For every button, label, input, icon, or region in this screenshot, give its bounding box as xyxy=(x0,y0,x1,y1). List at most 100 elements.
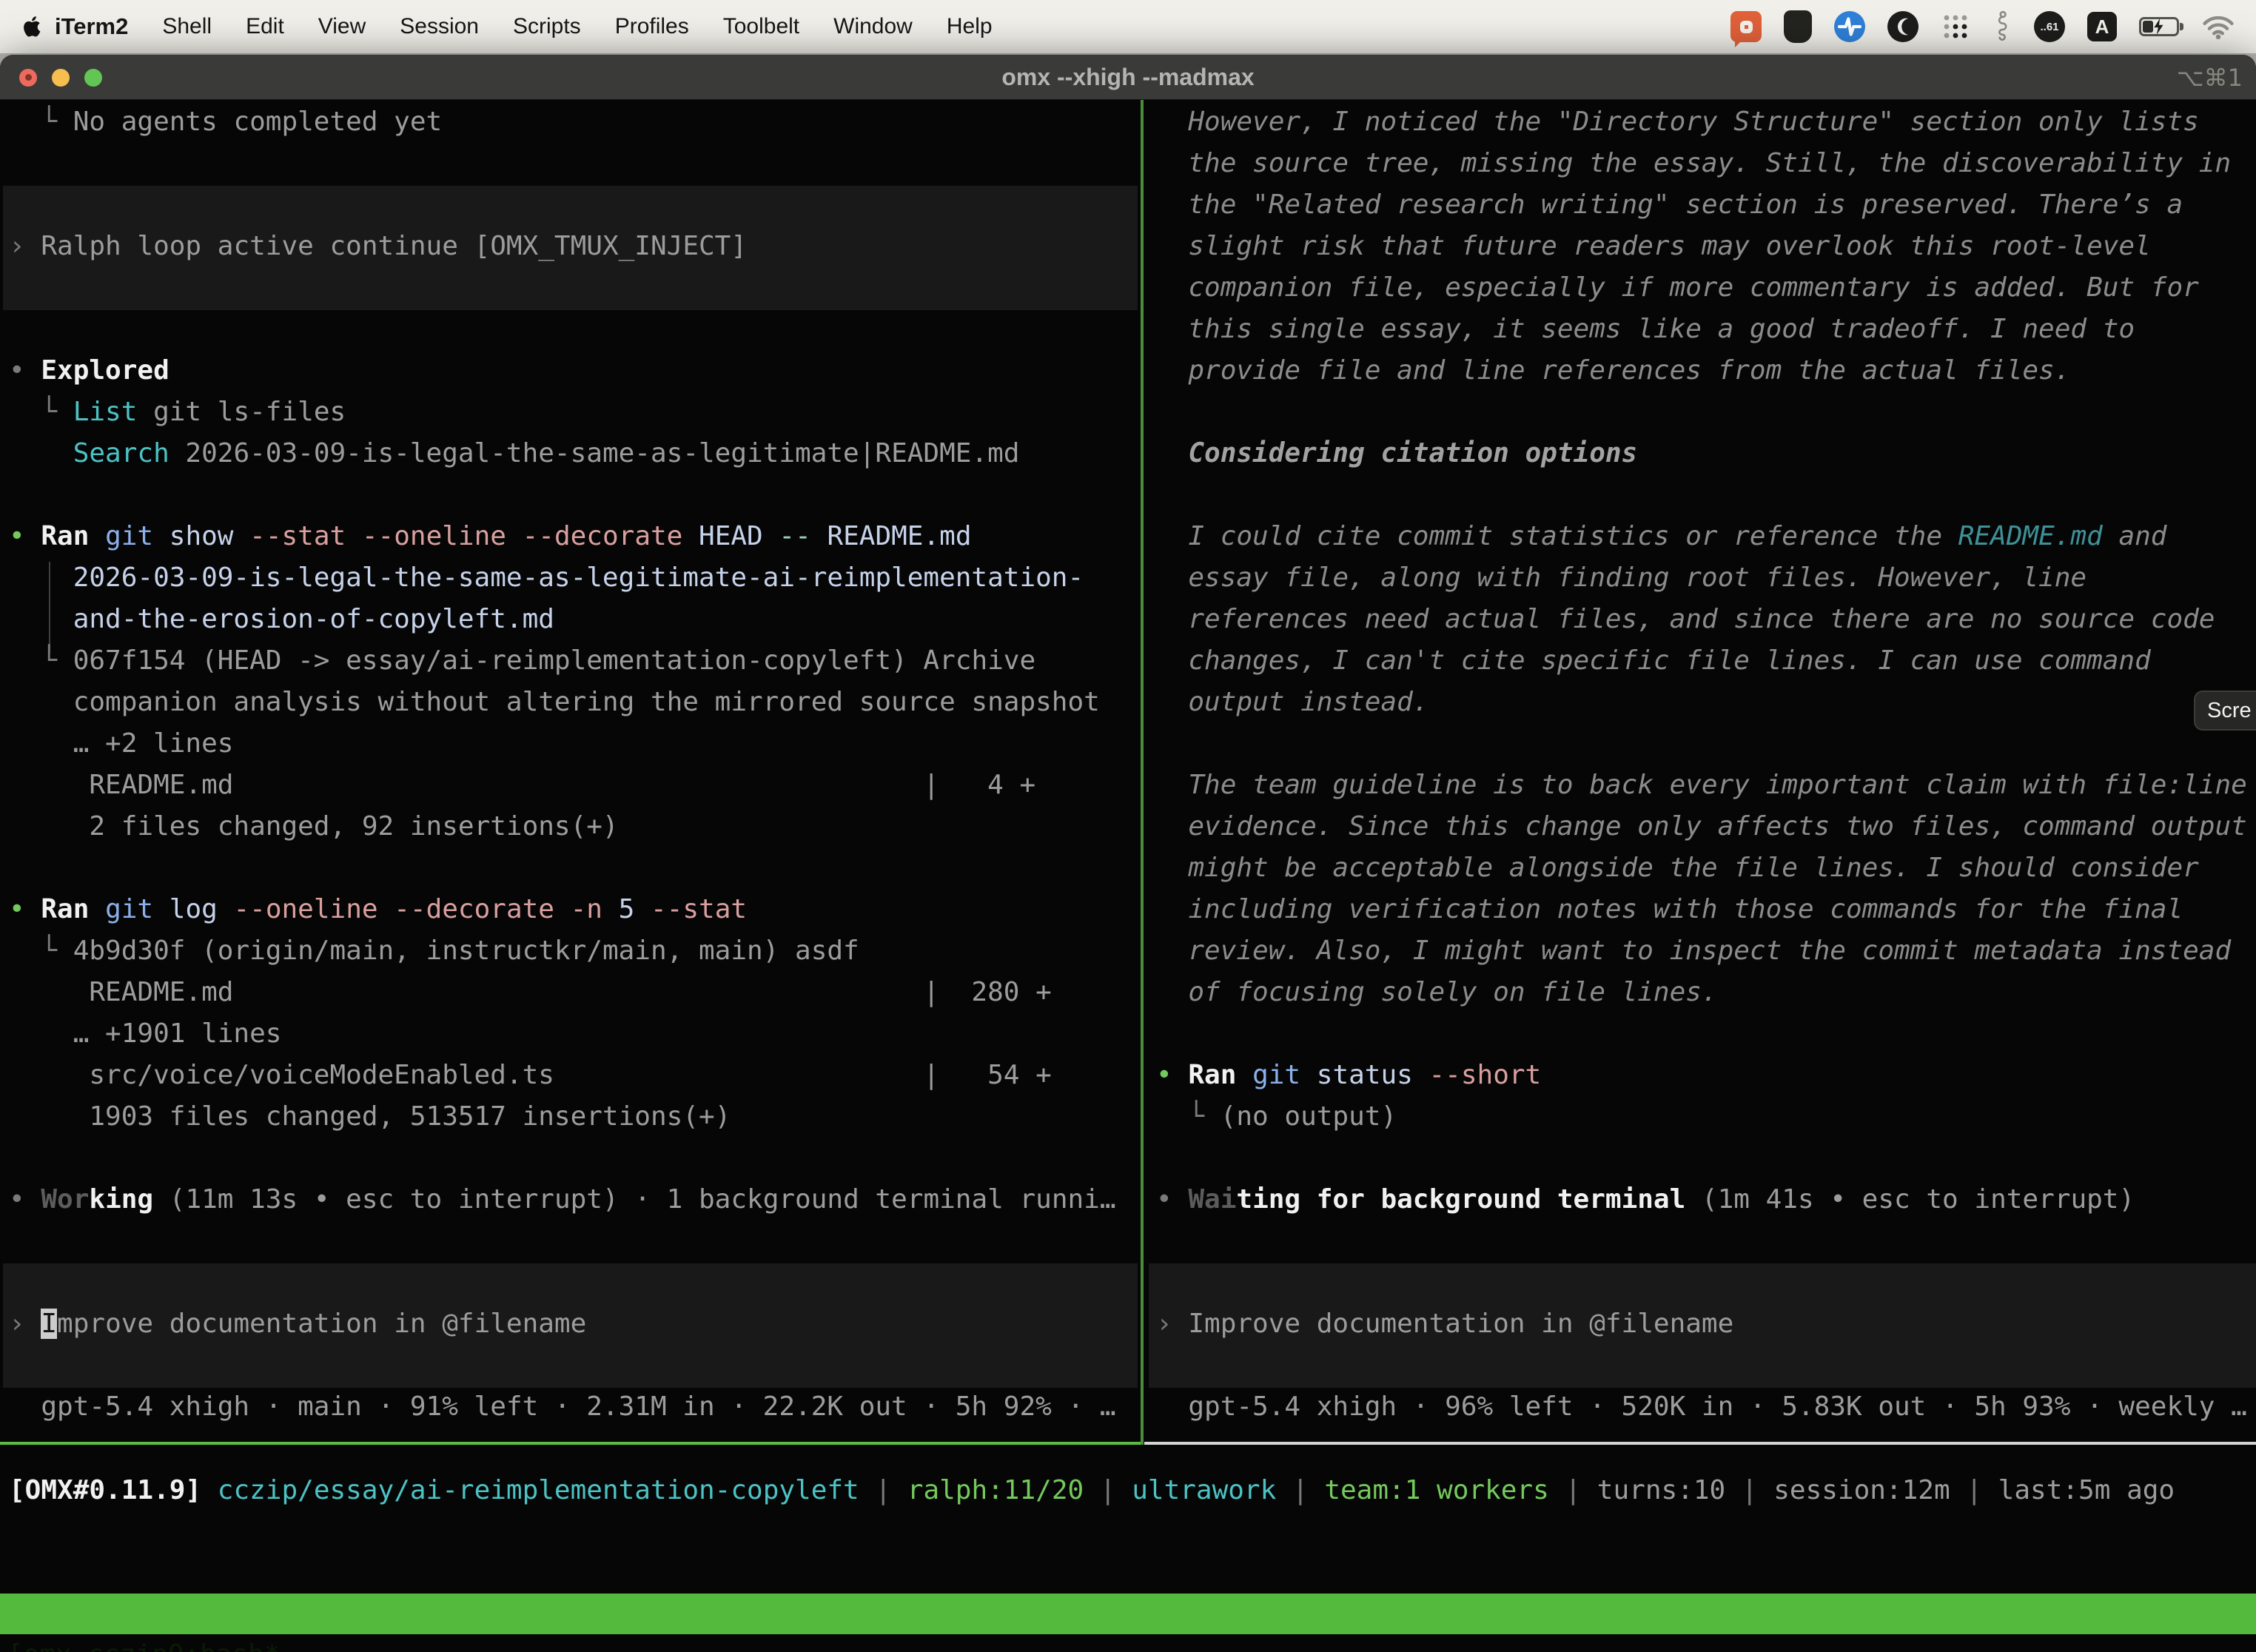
terminal-line: • Working (11m 13s • esc to interrupt) ·… xyxy=(9,1179,1141,1220)
terminal-line xyxy=(1156,474,2256,516)
terminal-line xyxy=(9,309,1141,350)
left-pane-separator xyxy=(0,1442,1141,1445)
terminal-line xyxy=(1156,1013,2256,1055)
terminal-line: companion file, especially if more comme… xyxy=(1156,267,2256,309)
terminal-line xyxy=(1156,392,2256,433)
chat-bubble-icon[interactable] xyxy=(1730,11,1762,42)
battery-charging-icon[interactable] xyxy=(2139,17,2179,36)
terminal-line: README.md | 280 + xyxy=(9,972,1141,1013)
menu-item-iterm2[interactable]: iTerm2 xyxy=(55,13,128,40)
menu-item-toolbelt[interactable]: Toolbelt xyxy=(723,14,799,39)
menu-item-edit[interactable]: Edit xyxy=(246,14,284,39)
terminal-line: including verification notes with those … xyxy=(1156,889,2256,930)
terminal-line: output instead. xyxy=(1156,682,2256,723)
tmux-pane-left[interactable]: └ No agents completed yet › Ralph loop ac… xyxy=(0,101,1141,1445)
terminal-line: essay file, along with finding root file… xyxy=(1156,557,2256,599)
terminal-line: evidence. Since this change only affects… xyxy=(1156,806,2256,847)
terminal-line xyxy=(1156,1220,2256,1262)
menu-bar: iTerm2 Shell Edit View Session Scripts Profile… xyxy=(0,0,2256,53)
window-shortcut-badge: ⌥⌘1 xyxy=(2177,55,2243,100)
terminal-line: and-the-erosion-of-copyleft.md xyxy=(9,599,1141,640)
terminal-line: └ 067f154 (HEAD -> essay/ai-reimplementa… xyxy=(9,640,1141,682)
right-pane-separator xyxy=(1144,1442,2256,1445)
terminal-line xyxy=(9,847,1141,889)
terminal-line xyxy=(9,1220,1141,1262)
terminal-line xyxy=(1156,1345,2256,1386)
terminal-line xyxy=(1156,1262,2256,1303)
terminal-line: might be acceptable alongside the file l… xyxy=(1156,847,2256,889)
terminal-lines-left: └ No agents completed yet › Ralph loop ac… xyxy=(0,101,1141,1428)
terminal-line: this single essay, it seems like a good … xyxy=(1156,309,2256,350)
terminal-line: changes, I can't cite specific file line… xyxy=(1156,640,2256,682)
terminal-line: └ 4b9d30f (origin/main, instructkr/main,… xyxy=(9,930,1141,972)
terminal-line: the "Related research writing" section i… xyxy=(1156,184,2256,226)
a-square-icon[interactable]: A xyxy=(2087,12,2117,41)
iterm-window: omx --xhigh --madmax ⌥⌘1 └ No agents com… xyxy=(0,55,2256,1652)
menu-item-window[interactable]: Window xyxy=(833,14,913,39)
terminal-line: • Ran git show --stat --oneline --decora… xyxy=(9,516,1141,557)
terminal-line: references need actual files, and since … xyxy=(1156,599,2256,640)
terminal-line: review. Also, I might want to inspect th… xyxy=(1156,930,2256,972)
terminal-area: └ No agents completed yet › Ralph loop ac… xyxy=(0,100,2256,1652)
terminal-line: of focusing solely on file lines. xyxy=(1156,972,2256,1013)
shield-grid-icon[interactable] xyxy=(1784,10,1812,43)
menu-item-help[interactable]: Help xyxy=(947,14,993,39)
battery-cap xyxy=(2180,23,2183,30)
chat-bubble-tail xyxy=(1735,38,1744,47)
terminal-line: provide file and line references from th… xyxy=(1156,350,2256,392)
pane-divider-vertical[interactable] xyxy=(1141,100,1144,1445)
screen-tooltip: Scre xyxy=(2194,691,2256,731)
menu-status-icons: ..61 A xyxy=(1730,10,2235,44)
terminal-line: slight risk that future readers may over… xyxy=(1156,226,2256,267)
pulse-circle-icon[interactable] xyxy=(1834,11,1865,42)
terminal-line xyxy=(9,267,1141,309)
crescent-circle-icon[interactable] xyxy=(1887,11,1918,42)
terminal-line: Search 2026-03-09-is-legal-the-same-as-l… xyxy=(9,433,1141,474)
terminal-line: › Ralph loop active continue [OMX_TMUX_I… xyxy=(9,226,1141,267)
terminal-line: the source tree, missing the essay. Stil… xyxy=(1156,143,2256,184)
terminal-line: gpt-5.4 xhigh · 96% left · 520K in · 5.8… xyxy=(1156,1386,2256,1428)
tmux-status-bar: [omx-cczip0:bash* "MacBook-Pro-44.local"… xyxy=(0,1594,2256,1634)
terminal-line: • Ran git log --oneline --decorate -n 5 … xyxy=(9,889,1141,930)
terminal-line: 1903 files changed, 513517 insertions(+) xyxy=(9,1096,1141,1138)
terminal-line: src/voice/voiceModeEnabled.ts | 54 + xyxy=(9,1055,1141,1096)
battery-level xyxy=(2143,21,2153,33)
terminal-line xyxy=(9,184,1141,226)
chat-bubble-hole xyxy=(1740,21,1753,33)
dots-grid-icon[interactable] xyxy=(1941,12,1970,41)
badge-61-icon[interactable]: ..61 xyxy=(2034,11,2065,42)
window-title: omx --xhigh --madmax xyxy=(0,55,2256,100)
wifi-icon[interactable] xyxy=(2201,13,2235,40)
menu-item-shell[interactable]: Shell xyxy=(162,14,212,39)
tmux-pane-right[interactable]: However, I noticed the "Directory Struct… xyxy=(1149,101,2256,1445)
terminal-line: gpt-5.4 xhigh · main · 91% left · 2.31M … xyxy=(9,1386,1141,1428)
terminal-line xyxy=(9,1345,1141,1386)
terminal-line: README.md | 4 + xyxy=(9,765,1141,806)
menu-items: iTerm2 Shell Edit View Session Scripts Profile… xyxy=(55,13,993,40)
terminal-line: └ (no output) xyxy=(1156,1096,2256,1138)
terminal-line: › Improve documentation in @filename xyxy=(1156,1303,2256,1345)
terminal-line: • Explored xyxy=(9,350,1141,392)
terminal-line: › Improve documentation in @filename xyxy=(9,1303,1141,1345)
squiggle-icon[interactable] xyxy=(1993,10,2012,44)
terminal-line xyxy=(9,1138,1141,1179)
terminal-line xyxy=(1156,723,2256,765)
terminal-line xyxy=(9,143,1141,184)
terminal-line xyxy=(9,474,1141,516)
menu-item-scripts[interactable]: Scripts xyxy=(513,14,581,39)
terminal-line: I could cite commit statistics or refere… xyxy=(1156,516,2256,557)
menu-item-session[interactable]: Session xyxy=(400,14,479,39)
terminal-line: … +1901 lines xyxy=(9,1013,1141,1055)
terminal-line: 2 files changed, 92 insertions(+) xyxy=(9,806,1141,847)
terminal-lines-right: However, I noticed the "Directory Struct… xyxy=(1149,101,2256,1428)
terminal-line: However, I noticed the "Directory Struct… xyxy=(1156,101,2256,143)
terminal-line: └ List git ls-files xyxy=(9,392,1141,433)
apple-menu-icon[interactable] xyxy=(21,13,44,41)
terminal-line: • Waiting for background terminal (1m 41… xyxy=(1156,1179,2256,1220)
menu-item-view[interactable]: View xyxy=(318,14,366,39)
tmux-session-label: [omx-cczip0:bash* xyxy=(7,1634,280,1652)
terminal-line xyxy=(9,1262,1141,1303)
menu-item-profiles[interactable]: Profiles xyxy=(615,14,689,39)
terminal-line: └ No agents completed yet xyxy=(9,101,1141,143)
omx-status-line: [OMX#0.11.9] cczip/essay/ai-reimplementa… xyxy=(9,1470,2175,1511)
